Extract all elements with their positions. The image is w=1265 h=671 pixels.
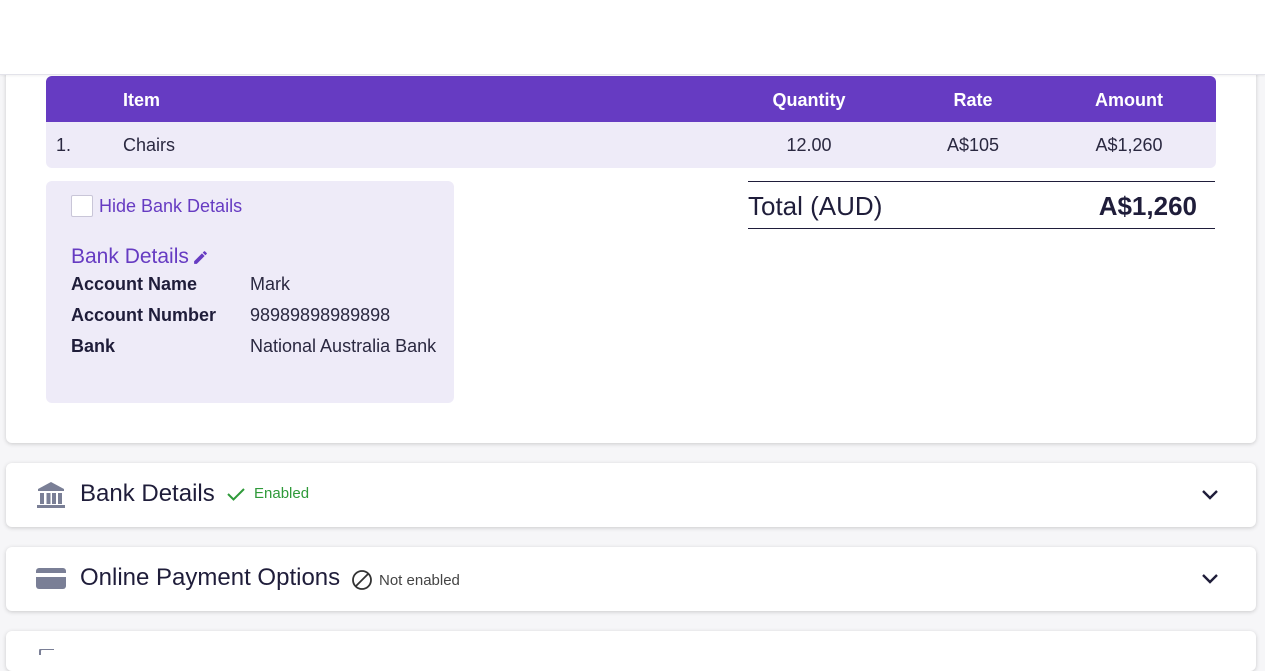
account-name-value: Mark [250, 274, 290, 294]
total-label: Total (AUD) [748, 191, 883, 221]
bank-details-title-text: Bank Details [71, 245, 189, 268]
online-payment-section-title: Online Payment Options [80, 564, 341, 591]
online-payment-section[interactable]: Online Payment Options Not enabled [6, 547, 1256, 611]
account-name-label: Account Name [71, 274, 198, 294]
header-item: Item [123, 90, 161, 110]
bank-details-section-title: Bank Details [80, 480, 215, 507]
table-header: Item Quantity Rate Amount [46, 76, 1216, 122]
header-quantity: Quantity [772, 90, 846, 110]
row-number: 1. [56, 135, 72, 155]
account-number-value: 98989898989898 [250, 305, 391, 325]
next-section[interactable] [6, 631, 1256, 671]
bank-value: National Australia Bank [250, 336, 437, 356]
block-icon [352, 570, 372, 590]
hide-bank-details-toggle[interactable]: Hide Bank Details [71, 195, 242, 217]
row-item: Chairs [123, 135, 176, 155]
status-badge: Enabled [226, 485, 309, 502]
pencil-icon[interactable] [192, 249, 209, 266]
credit-card-icon [36, 568, 66, 589]
row-quantity: 12.00 [786, 135, 832, 155]
status-badge: Not enabled [351, 569, 460, 591]
total-row: Total (AUD) A$1,260 [748, 181, 1215, 229]
top-bar [0, 0, 1265, 75]
check-icon [227, 487, 245, 501]
bank-label: Bank [71, 336, 116, 356]
status-text: Not enabled [379, 571, 460, 589]
table-row: 1. Chairs 12.00 A$105 A$1,260 [46, 122, 1216, 168]
header-rate: Rate [953, 90, 993, 110]
items-table: Item Quantity Rate Amount 1. Chairs 12.0… [46, 76, 1216, 168]
status-text: Enabled [254, 485, 310, 502]
header-amount: Amount [1095, 90, 1163, 110]
row-rate: A$105 [946, 135, 1000, 155]
bank-details-section[interactable]: Bank Details Enabled [6, 463, 1256, 527]
hide-bank-details-checkbox[interactable] [71, 195, 93, 217]
chevron-down-icon[interactable] [1200, 569, 1220, 589]
row-amount: A$1,260 [1095, 135, 1163, 155]
hide-bank-details-label[interactable]: Hide Bank Details [99, 196, 242, 217]
invoice-preview-card: Item Quantity Rate Amount 1. Chairs 12.0… [6, 60, 1256, 443]
total-value: A$1,260 [1098, 191, 1197, 221]
bank-icon [37, 482, 65, 508]
document-icon [39, 649, 54, 655]
chevron-down-icon[interactable] [1200, 485, 1220, 505]
bank-details-title: Bank Details [71, 245, 209, 269]
bank-details-box: Hide Bank Details Bank Details Account N… [46, 181, 454, 403]
account-number-label: Account Number [71, 305, 217, 325]
